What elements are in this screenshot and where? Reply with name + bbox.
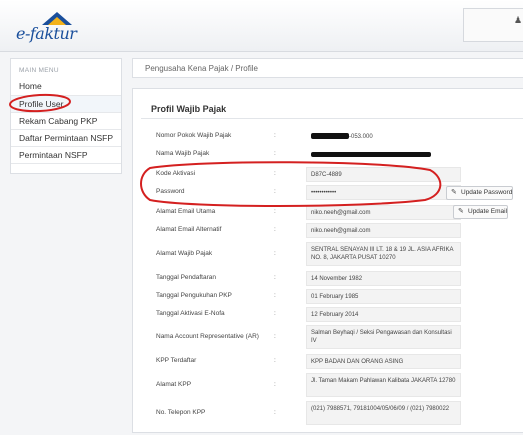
password-value: •••••••••••• bbox=[306, 185, 461, 200]
sidebar-heading: MAIN MENU bbox=[19, 67, 59, 74]
top-bar: e-faktur ♟ bbox=[0, 0, 523, 52]
field-label: Alamat Email Alternatif bbox=[156, 226, 222, 233]
field-label: No. Telepon KPP bbox=[156, 409, 206, 416]
kode-aktivasi-value: D87C-4889 bbox=[306, 167, 461, 182]
tanggal-aktivasi-enofa-value: 12 February 2014 bbox=[306, 307, 461, 322]
field-colon: : bbox=[274, 250, 276, 257]
field-label: Tanggal Aktivasi E-Nofa bbox=[156, 310, 225, 317]
panel-header: Profil Wajib Pajak bbox=[141, 97, 523, 119]
sidebar-item-home[interactable]: Home bbox=[11, 78, 121, 95]
field-colon: : bbox=[274, 208, 276, 215]
field-label: Alamat Email Utama bbox=[156, 208, 216, 215]
field-colon: : bbox=[274, 409, 276, 416]
pencil-icon: ✎ bbox=[451, 189, 457, 196]
field-label: Nomor Pokok Wajib Pajak bbox=[156, 132, 232, 139]
field-colon: : bbox=[274, 150, 276, 157]
tanggal-pendaftaran-value: 14 November 1982 bbox=[306, 271, 461, 286]
update-email-button[interactable]: ✎ Update Email bbox=[453, 205, 508, 219]
npwp-suffix: -053.000 bbox=[349, 134, 373, 140]
field-colon: : bbox=[274, 170, 276, 177]
update-password-label: Update Password bbox=[461, 189, 513, 196]
field-label: Nama Account Representative (AR) bbox=[156, 333, 259, 340]
sidebar-item-rekam-cabang-pkp[interactable]: Rekam Cabang PKP bbox=[11, 112, 121, 129]
field-colon: : bbox=[274, 333, 276, 340]
user-icon: ♟ bbox=[514, 15, 523, 25]
sidebar-item-profile-user[interactable]: Profile User bbox=[11, 95, 121, 112]
logo-text: e-faktur bbox=[16, 24, 77, 43]
redaction-bar bbox=[311, 151, 431, 157]
field-colon: : bbox=[274, 381, 276, 388]
telepon-kpp-value: (021) 7988571, 79181004/05/06/09 / (021)… bbox=[306, 401, 461, 425]
update-password-button[interactable]: ✎ Update Password bbox=[446, 186, 513, 200]
breadcrumb-bar: Pengusaha Kena Pajak / Profile bbox=[132, 58, 523, 78]
profile-panel: Profil Wajib Pajak Nomor Pokok Wajib Paj… bbox=[132, 88, 523, 433]
field-label: Tanggal Pengukuhan PKP bbox=[156, 292, 232, 299]
field-label: Kode Aktivasi bbox=[156, 170, 196, 177]
sidebar-footer bbox=[11, 163, 121, 173]
pencil-icon: ✎ bbox=[458, 208, 464, 215]
alamat-kpp-value: Jl. Taman Makam Pahlawan Kalibata JAKART… bbox=[306, 373, 461, 397]
user-menu[interactable]: ♟ bbox=[463, 8, 523, 42]
field-colon: : bbox=[274, 188, 276, 195]
field-colon: : bbox=[274, 310, 276, 317]
field-label: KPP Terdaftar bbox=[156, 357, 197, 364]
account-representative-value: Salman Beyhaqi / Seksi Pengawasan dan Ko… bbox=[306, 325, 461, 349]
field-colon: : bbox=[274, 357, 276, 364]
field-colon: : bbox=[274, 132, 276, 139]
npwp-value: -053.000 bbox=[306, 129, 461, 144]
redaction-bar bbox=[311, 133, 349, 140]
alamat-value: SENTRAL SENAYAN III LT. 18 & 19 JL. ASIA… bbox=[306, 242, 461, 266]
field-label: Nama Wajib Pajak bbox=[156, 150, 210, 157]
breadcrumb: Pengusaha Kena Pajak / Profile bbox=[145, 64, 258, 73]
field-label: Alamat KPP bbox=[156, 381, 192, 388]
sidebar: MAIN MENU Home Profile User Rekam Cabang… bbox=[10, 58, 122, 174]
field-colon: : bbox=[274, 226, 276, 233]
sidebar-item-daftar-permintaan-nsfp[interactable]: Daftar Permintaan NSFP bbox=[11, 129, 121, 146]
update-email-label: Update Email bbox=[468, 208, 508, 215]
nama-value bbox=[306, 147, 461, 162]
tanggal-pengukuhan-value: 01 February 1985 bbox=[306, 289, 461, 304]
field-label: Password bbox=[156, 188, 185, 195]
kpp-terdaftar-value: KPP BADAN DAN ORANG ASING bbox=[306, 354, 461, 369]
sidebar-item-permintaan-nsfp[interactable]: Permintaan NSFP bbox=[11, 146, 121, 163]
email-utama-value: niko.neeh@gmail.com bbox=[306, 205, 461, 220]
field-colon: : bbox=[274, 292, 276, 299]
efaktur-logo[interactable]: e-faktur bbox=[16, 10, 78, 44]
email-alternatif-value: niko.neeh@gmail.com bbox=[306, 223, 461, 238]
field-label: Alamat Wajib Pajak bbox=[156, 250, 213, 257]
field-colon: : bbox=[274, 274, 276, 281]
panel-title: Profil Wajib Pajak bbox=[151, 104, 227, 114]
field-label: Tanggal Pendaftaran bbox=[156, 274, 216, 281]
